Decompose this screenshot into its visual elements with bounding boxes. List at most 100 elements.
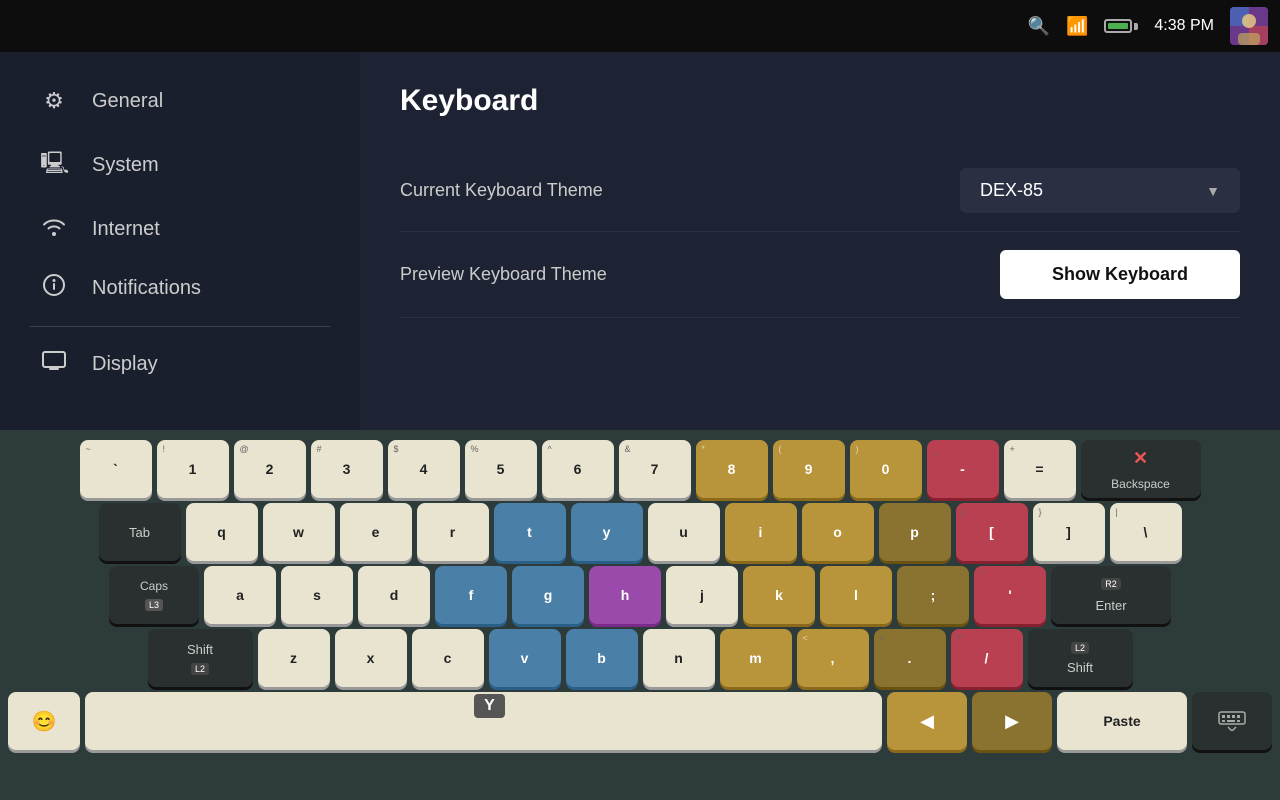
key-n[interactable]: n <box>643 629 715 687</box>
key-k[interactable]: k <box>743 566 815 624</box>
key-j[interactable]: j <box>666 566 738 624</box>
current-theme-row: Current Keyboard Theme DEX-85 ▼ <box>400 150 1240 232</box>
sidebar-label-system: System <box>92 154 159 177</box>
topbar-time: 4:38 PM <box>1154 17 1214 35</box>
key-9[interactable]: (9 <box>773 440 845 498</box>
key-backspace[interactable]: ✕ Backspace <box>1081 440 1201 498</box>
key-l[interactable]: l <box>820 566 892 624</box>
key-o[interactable]: o <box>802 503 874 561</box>
key-a[interactable]: a <box>204 566 276 624</box>
key-equals[interactable]: += <box>1004 440 1076 498</box>
key-comma[interactable]: <, <box>797 629 869 687</box>
key-0[interactable]: )0 <box>850 440 922 498</box>
key-w[interactable]: w <box>263 503 335 561</box>
key-s[interactable]: s <box>281 566 353 624</box>
current-theme-label: Current Keyboard Theme <box>400 180 603 201</box>
sidebar-label-internet: Internet <box>92 218 160 241</box>
wifi-icon: 📶 <box>1066 16 1088 37</box>
key-tilde[interactable]: ~` <box>80 440 152 498</box>
key-quote[interactable]: "' <box>974 566 1046 624</box>
key-semicolon[interactable]: :; <box>897 566 969 624</box>
key-5[interactable]: %5 <box>465 440 537 498</box>
key-c[interactable]: c <box>412 629 484 687</box>
preview-theme-label: Preview Keyboard Theme <box>400 264 607 285</box>
key-d[interactable]: d <box>358 566 430 624</box>
keyboard-row-bottom: 😊 Y ◀ ▶ Paste <box>8 692 1272 750</box>
display-icon <box>40 351 68 377</box>
key-4[interactable]: $4 <box>388 440 460 498</box>
l3-badge: L3 <box>145 599 163 611</box>
key-x[interactable]: x <box>335 629 407 687</box>
key-tab[interactable]: Tab <box>99 503 181 561</box>
key-slash[interactable]: ?/ <box>951 629 1023 687</box>
key-7[interactable]: &7 <box>619 440 691 498</box>
key-6[interactable]: ^6 <box>542 440 614 498</box>
show-keyboard-button[interactable]: Show Keyboard <box>1000 250 1240 299</box>
key-keyboard-toggle[interactable] <box>1192 692 1272 750</box>
sidebar-item-internet[interactable]: Internet <box>0 200 360 258</box>
gear-icon: ⚙ <box>40 88 68 114</box>
key-g[interactable]: g <box>512 566 584 624</box>
key-h[interactable]: h <box>589 566 661 624</box>
key-q[interactable]: q <box>186 503 258 561</box>
sidebar-item-display[interactable]: Display <box>0 335 360 393</box>
battery-icon <box>1104 19 1138 33</box>
key-p[interactable]: p <box>879 503 951 561</box>
key-caps[interactable]: Caps L3 <box>109 566 199 624</box>
key-shift-left[interactable]: Shift L2 <box>148 629 253 687</box>
search-icon[interactable]: 🔍 <box>1028 16 1050 37</box>
key-m[interactable]: m <box>720 629 792 687</box>
wifi-sidebar-icon <box>40 216 68 242</box>
shift-label-right: Shift <box>1067 660 1093 675</box>
sidebar-item-system[interactable]: 🖳 System <box>0 130 360 200</box>
key-f[interactable]: f <box>435 566 507 624</box>
backspace-label: Backspace <box>1111 477 1170 491</box>
sidebar-item-general[interactable]: ⚙ General <box>0 72 360 130</box>
key-bracket-close[interactable]: }] <box>1033 503 1105 561</box>
content-panel: Keyboard Current Keyboard Theme DEX-85 ▼… <box>360 52 1280 430</box>
keyboard-area: ~` !1 @2 #3 $4 %5 ^6 &7 *8 (9 )0 _- += ✕… <box>0 430 1280 800</box>
key-period[interactable]: >. <box>874 629 946 687</box>
main-area: ⚙ General 🖳 System Internet <box>0 52 1280 430</box>
shift-label-left: Shift <box>187 642 213 657</box>
sidebar-item-notifications[interactable]: Notifications <box>0 258 360 318</box>
key-arrow-left[interactable]: ◀ <box>887 692 967 750</box>
keyboard-row-qwerty: Tab q w e r t y u i o p {[ }] |\ <box>8 503 1272 561</box>
key-3[interactable]: #3 <box>311 440 383 498</box>
key-e[interactable]: e <box>340 503 412 561</box>
key-b[interactable]: b <box>566 629 638 687</box>
page-title: Keyboard <box>400 84 1240 118</box>
key-u[interactable]: u <box>648 503 720 561</box>
key-paste[interactable]: Paste <box>1057 692 1187 750</box>
keyboard-theme-dropdown[interactable]: DEX-85 ▼ <box>960 168 1240 213</box>
avatar[interactable] <box>1230 7 1268 45</box>
preview-theme-row: Preview Keyboard Theme Show Keyboard <box>400 232 1240 318</box>
caps-label: Caps <box>140 579 168 593</box>
key-minus[interactable]: _- <box>927 440 999 498</box>
key-i[interactable]: i <box>725 503 797 561</box>
info-icon <box>40 274 68 302</box>
key-v[interactable]: v <box>489 629 561 687</box>
key-8[interactable]: *8 <box>696 440 768 498</box>
key-bracket-open[interactable]: {[ <box>956 503 1028 561</box>
key-shift-right[interactable]: L2 Shift <box>1028 629 1133 687</box>
sidebar-label-general: General <box>92 90 163 113</box>
x-icon: ✕ <box>1133 448 1148 469</box>
key-y[interactable]: y <box>571 503 643 561</box>
key-1[interactable]: !1 <box>157 440 229 498</box>
key-r[interactable]: r <box>417 503 489 561</box>
monitor-icon: 🖳 <box>40 146 68 184</box>
key-backslash[interactable]: |\ <box>1110 503 1182 561</box>
l2-badge-left: L2 <box>191 663 209 675</box>
key-arrow-right[interactable]: ▶ <box>972 692 1052 750</box>
key-y-button[interactable]: Y <box>85 692 882 750</box>
r2-badge: R2 <box>1101 578 1121 590</box>
sidebar-divider <box>30 326 330 327</box>
key-z[interactable]: z <box>258 629 330 687</box>
key-t[interactable]: t <box>494 503 566 561</box>
key-enter[interactable]: R2 Enter <box>1051 566 1171 624</box>
dropdown-value: DEX-85 <box>980 180 1043 201</box>
key-2[interactable]: @2 <box>234 440 306 498</box>
l2-badge-right: L2 <box>1071 642 1089 654</box>
key-emoji[interactable]: 😊 <box>8 692 80 750</box>
